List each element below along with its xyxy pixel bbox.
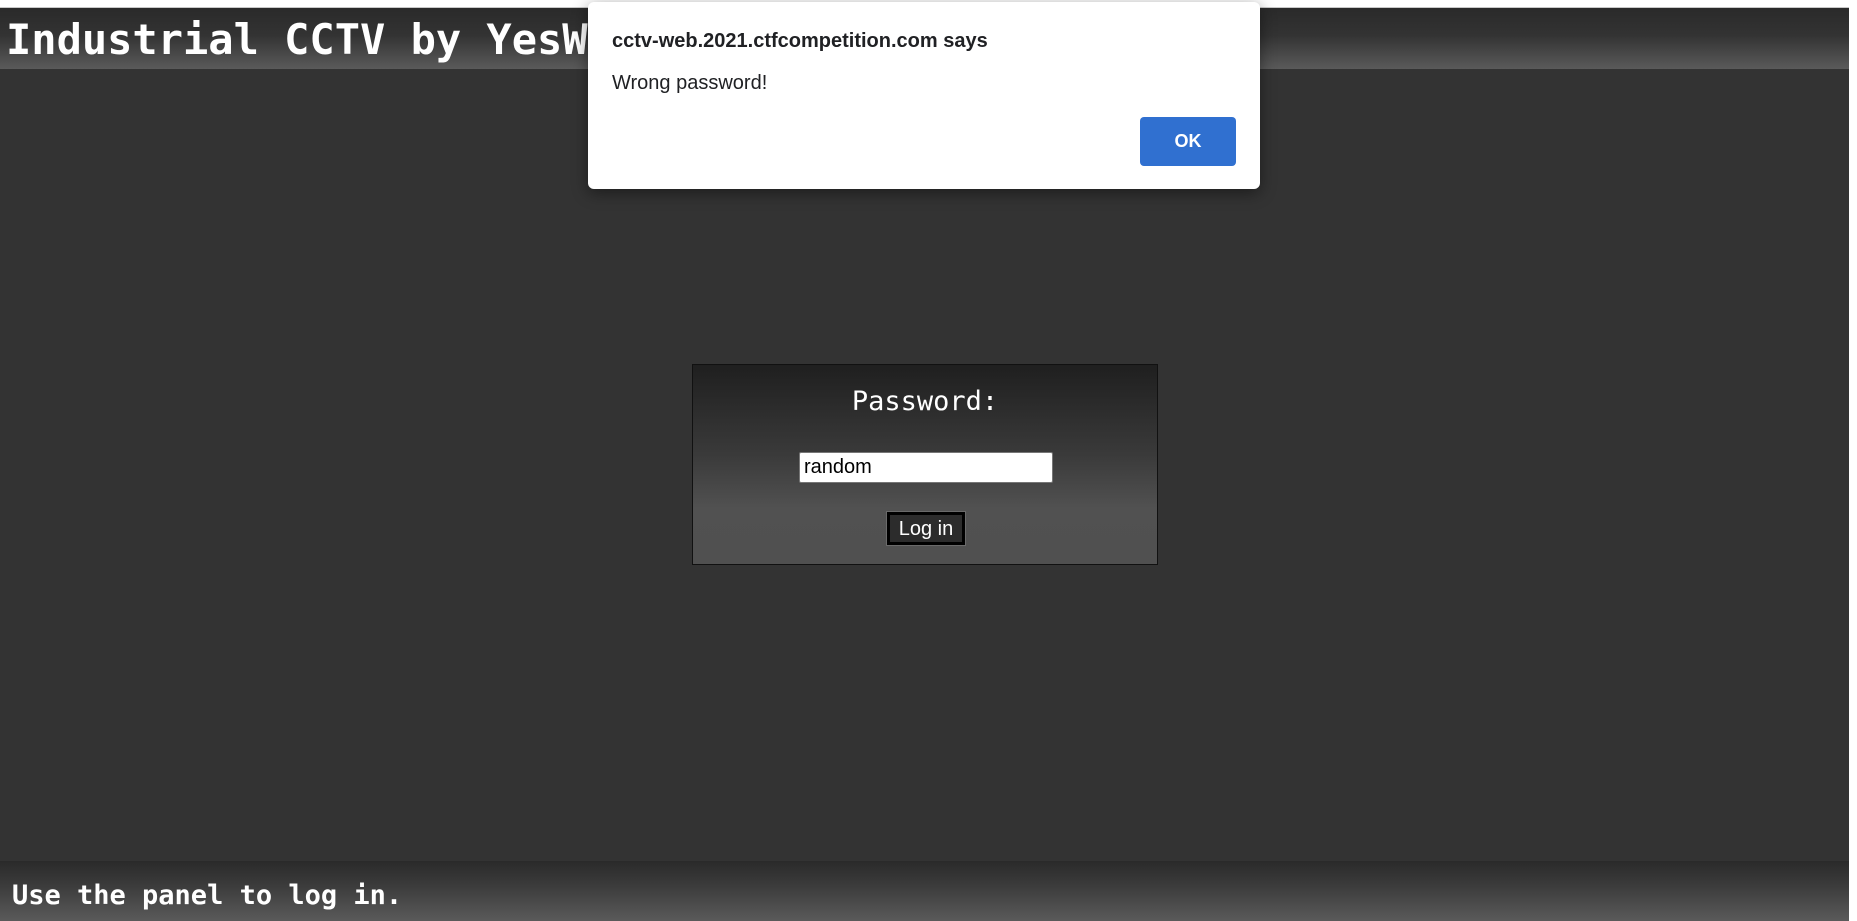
login-button[interactable]: Log in — [886, 511, 966, 546]
alert-message: Wrong password! — [612, 72, 768, 94]
alert-dialog: cctv-web.2021.ctfcompetition.com says Wr… — [588, 2, 1260, 189]
page-title: Industrial CCTV by YesWe — [6, 15, 613, 64]
alert-ok-button[interactable]: OK — [1140, 117, 1236, 166]
password-label: Password: — [851, 386, 999, 417]
scrollbar-gutter — [1849, 0, 1857, 921]
status-footer: Use the panel to log in. — [0, 861, 1849, 921]
status-message: Use the panel to log in. — [12, 880, 403, 911]
login-panel: Password: Log in — [692, 364, 1158, 565]
alert-origin: cctv-web.2021.ctfcompetition.com says — [612, 30, 988, 52]
password-input[interactable] — [799, 452, 1053, 483]
